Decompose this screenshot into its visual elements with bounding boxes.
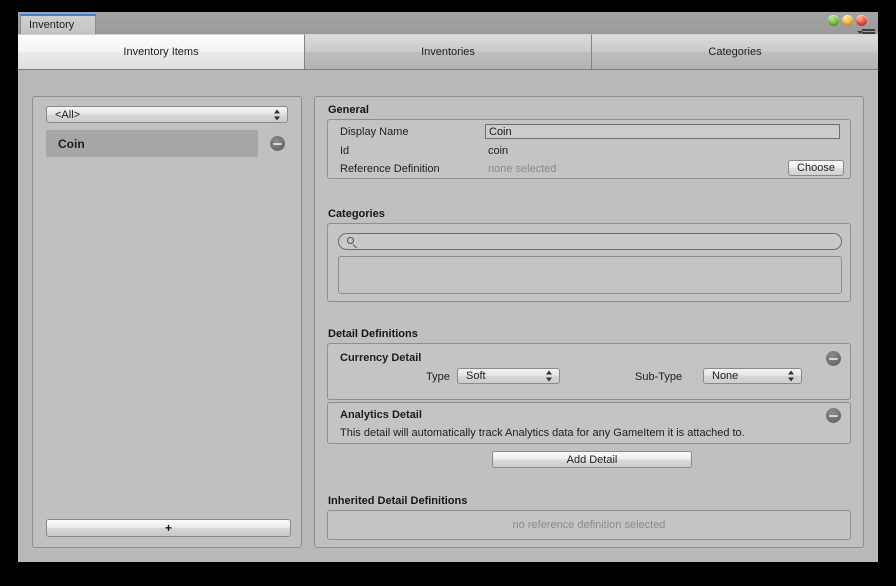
chevron-updown-icon (546, 370, 553, 382)
add-item-button-label: + (164, 521, 172, 535)
window-content: <All> Coin + General Display Name Coin I… (18, 70, 878, 562)
tab-inventories-label: Inventories (421, 46, 475, 58)
analytics-detail-card: Analytics Detail This detail will automa… (327, 402, 851, 444)
categories-section-title: Categories (328, 208, 385, 220)
choose-button-label: Choose (797, 162, 835, 174)
currency-subtype-dropdown[interactable]: None (703, 368, 802, 384)
currency-detail-card: Currency Detail Type Soft Sub-Type None (327, 343, 851, 400)
category-search-field[interactable] (338, 233, 842, 250)
window-tab-inventory[interactable]: Inventory (20, 14, 96, 34)
inherited-detail-definitions-title: Inherited Detail Definitions (328, 495, 468, 507)
detail-definitions-section-title: Detail Definitions (328, 328, 418, 340)
analytics-detail-title: Analytics Detail (340, 409, 422, 421)
reference-definition-label: Reference Definition (340, 163, 440, 175)
category-filter-dropdown[interactable]: <All> (46, 106, 288, 123)
id-value: coin (488, 145, 509, 157)
display-name-label: Display Name (340, 126, 409, 138)
minus-circle-icon[interactable] (826, 351, 841, 366)
categories-section (327, 223, 851, 302)
tab-categories[interactable]: Categories (592, 34, 878, 69)
analytics-detail-description: This detail will automatically track Ana… (340, 427, 745, 439)
window-tab-label: Inventory (29, 19, 75, 31)
tab-inventories[interactable]: Inventories (305, 34, 592, 69)
search-icon (347, 237, 358, 248)
reference-definition-value: none selected (488, 163, 557, 175)
window-titlebar: Inventory (18, 12, 878, 37)
minus-circle-icon[interactable] (270, 136, 285, 151)
inventory-item-list: Coin (46, 130, 302, 512)
inventory-items-panel: <All> Coin + (32, 96, 302, 548)
chevron-updown-icon (274, 109, 281, 120)
add-detail-button-label: Add Detail (566, 453, 618, 466)
inherited-empty-message: no reference definition selected (512, 519, 666, 531)
category-filter-value: <All> (55, 108, 81, 121)
id-label: Id (340, 145, 350, 157)
general-section-title: General (328, 104, 369, 116)
currency-subtype-label: Sub-Type (635, 371, 683, 383)
chevron-updown-icon (788, 370, 795, 382)
window-button-red[interactable] (856, 15, 867, 26)
item-details-panel: General Display Name Id coin Reference D… (314, 96, 864, 548)
minus-circle-icon[interactable] (826, 408, 841, 423)
display-name-input[interactable] (485, 124, 840, 139)
inherited-detail-definitions-section: no reference definition selected (327, 510, 851, 540)
currency-detail-title: Currency Detail (340, 352, 422, 364)
add-detail-button[interactable]: Add Detail (492, 451, 692, 468)
currency-subtype-value: None (712, 370, 739, 382)
add-item-button[interactable]: + (46, 519, 291, 537)
tab-inventory-items-label: Inventory Items (123, 46, 199, 58)
general-section: Display Name Id coin Reference Definitio… (327, 119, 851, 179)
inventory-window: Inventory Inventory Items Inventories Ca… (18, 12, 878, 562)
tab-inventory-items[interactable]: Inventory Items (18, 34, 305, 69)
list-item[interactable]: Coin (46, 130, 302, 157)
currency-type-value: Soft (466, 370, 486, 382)
choose-button[interactable]: Choose (788, 160, 844, 176)
window-button-yellow[interactable] (842, 15, 853, 26)
category-assigned-list[interactable] (338, 256, 842, 294)
window-button-green[interactable] (828, 15, 839, 26)
currency-type-label: Type (426, 371, 450, 383)
tab-categories-label: Categories (708, 46, 762, 58)
main-tab-bar: Inventory Items Inventories Categories (18, 34, 878, 70)
currency-type-dropdown[interactable]: Soft (457, 368, 560, 384)
list-item-label: Coin (58, 136, 85, 151)
